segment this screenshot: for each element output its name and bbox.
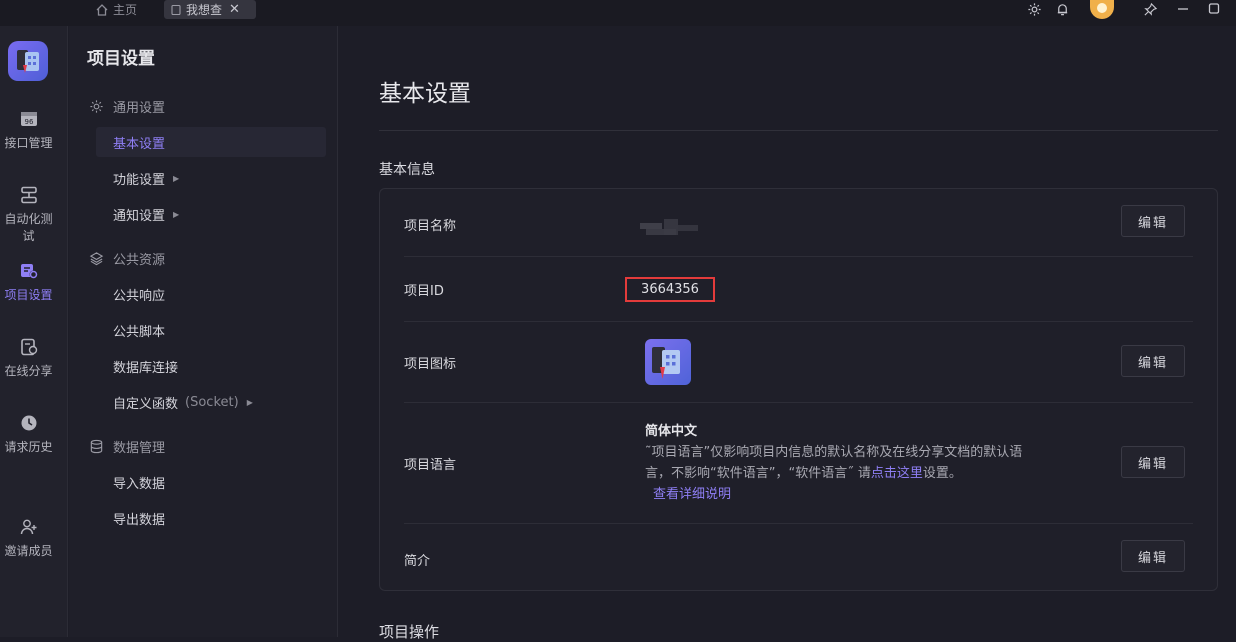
rail-item-api[interactable]: 96 接口管理 [0, 110, 57, 151]
row-label: 项目语言 [404, 458, 457, 473]
nav-item-export-data[interactable]: 导出数据 [113, 509, 165, 528]
nav-item-label: 公共响应 [113, 289, 166, 304]
svg-text:96: 96 [24, 118, 33, 126]
rail-item-automation[interactable]: 自动化测试 [0, 186, 57, 244]
app-rail: 96 接口管理 自动化测试 项目设置 在线分享 请求历史 邀请成员 [0, 26, 68, 637]
nav-item-label: 通知设置 [113, 209, 166, 224]
rail-item-label: 邀请成员 [4, 544, 53, 558]
redacted-name [640, 215, 700, 239]
share-icon [20, 338, 37, 356]
language-description-text: 设置。 [922, 466, 962, 481]
edit-name-button[interactable]: 编辑 [1121, 205, 1185, 237]
rail-item-history[interactable]: 请求历史 [0, 414, 57, 455]
caret-right-icon: ▶ [173, 174, 180, 183]
view-details-link[interactable]: 查看详细说明 [653, 487, 731, 502]
close-tab-icon[interactable]: ✕ [229, 2, 240, 17]
edit-language-button[interactable]: 编辑 [1121, 446, 1185, 478]
row-label: 项目名称 [404, 219, 457, 234]
rail-item-label: 在线分享 [4, 364, 53, 378]
nav-group-label: 通用设置 [113, 101, 166, 116]
row-label: 简介 [404, 554, 431, 569]
nav-item-label: 数据库连接 [113, 361, 179, 376]
row-project-id: 项目ID 3664356 [404, 257, 1193, 322]
nav-item-public-script[interactable]: 公共脚本 [113, 321, 165, 340]
home-icon [96, 3, 108, 16]
row-project-language: 项目语言 简体中文 ˜项目语言”仅影响项目内信息的默认名称及在线分享文档的默认语… [404, 403, 1193, 524]
nav-item-basic-settings[interactable]: 基本设置 [113, 133, 165, 152]
app-logo[interactable] [8, 41, 48, 81]
section-title-project-ops: 项目操作 [379, 623, 440, 641]
nav-item-label: 自定义函数 [113, 397, 179, 412]
language-description-line1: ˜项目语言”仅影响项目内信息的默认名称及在线分享文档的默认语 [645, 445, 1023, 460]
settings-icon[interactable] [1025, 0, 1043, 18]
language-description-text: 言，不影响“软件语言”，“软件语言˝ 请 [645, 466, 871, 481]
main-content: 基本设置 基本信息 项目名称 编辑 项目ID 3664356 项目图标 编辑 项… [339, 26, 1236, 641]
tab-active[interactable]: 我想查 ✕ [164, 0, 256, 19]
gear-icon [90, 100, 103, 113]
tab-active-label: 我想查 [186, 3, 223, 17]
nav-group-general: 通用设置 [89, 97, 165, 116]
divider [379, 130, 1218, 131]
automation-icon [20, 186, 37, 204]
avatar[interactable] [1090, 0, 1114, 19]
basic-info-card: 项目名称 编辑 项目ID 3664356 项目图标 编辑 项目语言 简体中文 ˜… [379, 188, 1218, 591]
nav-item-label: 公共脚本 [113, 325, 166, 340]
document-icon [171, 4, 181, 15]
nav-item-label: 功能设置 [113, 173, 166, 188]
nav-title: 项目设置 [87, 49, 155, 69]
nav-item-custom-function[interactable]: 自定义函数 (Socket) ▶ [113, 393, 253, 412]
section-title-basic-info: 基本信息 [379, 162, 435, 178]
nav-item-public-response[interactable]: 公共响应 [113, 285, 165, 304]
rail-item-project-settings[interactable]: 项目设置 [0, 262, 57, 303]
nav-item-label: 导出数据 [113, 513, 166, 528]
caret-right-icon: ▶ [246, 398, 253, 407]
nav-item-notification-settings[interactable]: 通知设置 ▶ [113, 205, 179, 224]
nav-item-feature-settings[interactable]: 功能设置 ▶ [113, 169, 179, 188]
row-project-intro: 简介 编辑 [404, 524, 1193, 591]
project-settings-icon [20, 264, 37, 279]
tab-home[interactable]: 主页 [95, 0, 137, 19]
bell-icon[interactable] [1053, 0, 1071, 18]
nav-group-data-management: 数据管理 [89, 437, 165, 456]
rail-item-share[interactable]: 在线分享 [0, 338, 57, 379]
project-id-value: 3664356 [625, 277, 715, 302]
row-project-name: 项目名称 编辑 [404, 189, 1193, 257]
database-icon [90, 439, 103, 454]
language-value: 简体中文 [645, 424, 698, 439]
nav-group-label: 公共资源 [113, 253, 166, 268]
click-here-link[interactable]: 点击这里 [871, 466, 923, 481]
rail-item-label: 自动化测试 [4, 212, 53, 243]
language-info: 简体中文 ˜项目语言”仅影响项目内信息的默认名称及在线分享文档的默认语 言，不影… [645, 421, 1065, 505]
history-icon [21, 415, 36, 431]
title-bar: 主页 我想查 ✕ [0, 0, 1236, 26]
project-icon-image [645, 339, 691, 385]
maximize-icon[interactable] [1205, 0, 1223, 18]
rail-item-label: 请求历史 [4, 440, 53, 454]
nav-item-sublabel: (Socket) [185, 395, 239, 410]
rail-item-invite[interactable]: 邀请成员 [0, 518, 57, 559]
pin-icon[interactable] [1141, 0, 1159, 18]
page-title: 基本设置 [379, 81, 471, 107]
rail-item-label: 项目设置 [4, 288, 53, 302]
minimize-icon[interactable] [1174, 0, 1192, 18]
language-description-line2: 言，不影响“软件语言”，“软件语言˝ 请点击这里设置。 [645, 463, 1065, 484]
nav-item-database-connection[interactable]: 数据库连接 [113, 357, 178, 376]
rail-item-label: 接口管理 [4, 136, 53, 150]
nav-item-label: 导入数据 [113, 477, 166, 492]
invite-icon [20, 519, 36, 535]
nav-item-import-data[interactable]: 导入数据 [113, 473, 165, 492]
layers-icon [89, 252, 104, 266]
api-icon: 96 [20, 112, 37, 126]
row-project-icon: 项目图标 编辑 [404, 322, 1193, 403]
edit-intro-button[interactable]: 编辑 [1121, 540, 1185, 572]
nav-group-public-resources: 公共资源 [89, 249, 165, 268]
edit-icon-button[interactable]: 编辑 [1121, 345, 1185, 377]
settings-nav: 项目设置 通用设置 基本设置 功能设置 ▶ 通知设置 ▶ 公共资源 公共响应 公共脚… [69, 26, 338, 637]
tab-home-label: 主页 [113, 3, 138, 17]
nav-group-label: 数据管理 [113, 441, 166, 456]
nav-item-label: 基本设置 [113, 137, 166, 152]
row-label: 项目图标 [404, 357, 457, 372]
row-label: 项目ID [404, 284, 444, 299]
caret-right-icon: ▶ [173, 210, 180, 219]
